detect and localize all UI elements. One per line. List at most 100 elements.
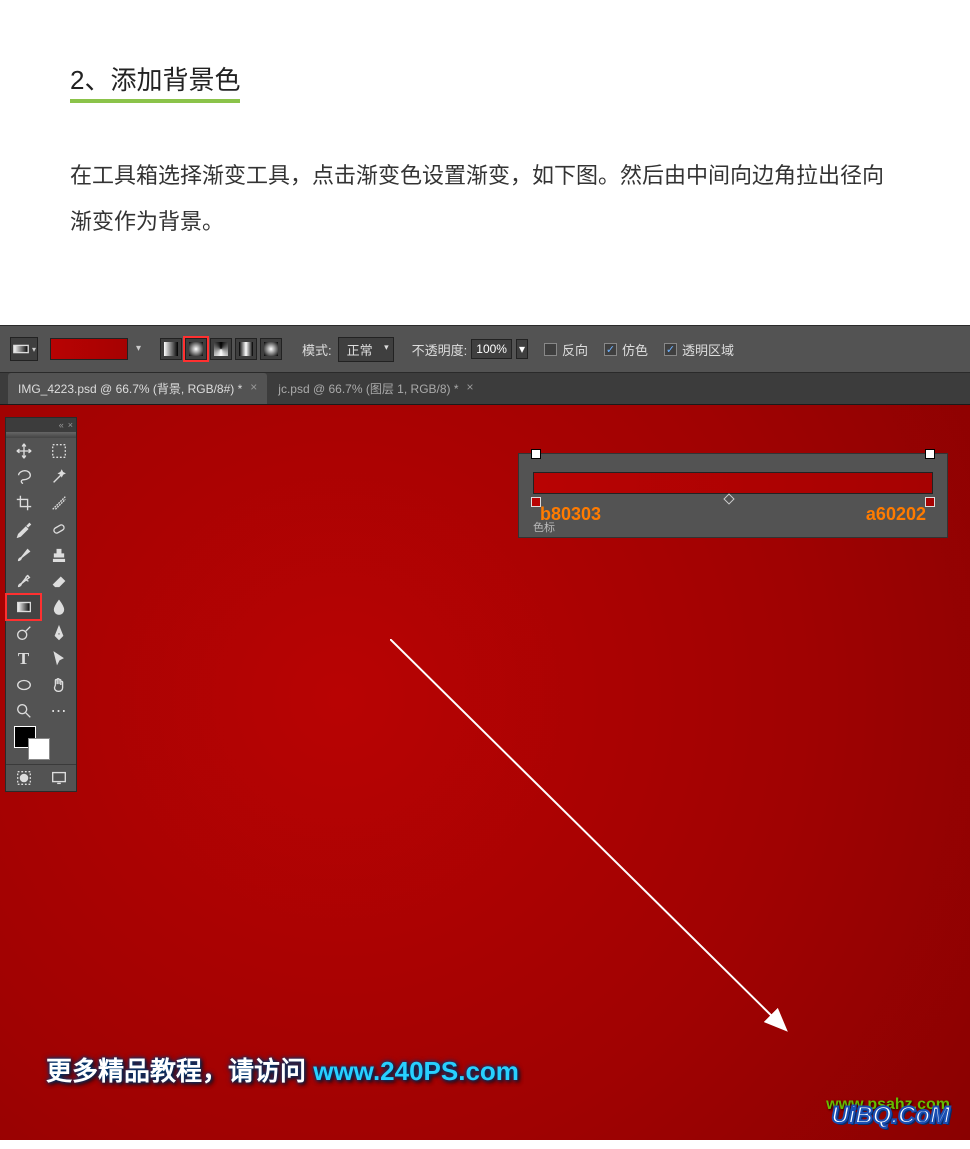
document-tab-1[interactable]: IMG_4223.psd @ 66.7% (背景, RGB/8#) * ×: [8, 373, 267, 404]
path-select-tool[interactable]: [41, 646, 76, 672]
bandaid-icon: [50, 520, 68, 538]
linear-gradient-button[interactable]: [160, 338, 182, 360]
opacity-input[interactable]: 100%: [471, 339, 512, 359]
right-color-label: a60202: [866, 504, 926, 525]
opacity-label: 不透明度:: [412, 340, 468, 359]
zoom-icon: [15, 702, 33, 720]
slice-icon: [50, 494, 68, 512]
marquee-icon: [50, 442, 68, 460]
midpoint-handle[interactable]: [723, 494, 734, 505]
section-body: 在工具箱选择渐变工具，点击渐变色设置渐变，如下图。然后由中间向边角拉出径向渐变作…: [70, 153, 900, 245]
type-icon: T: [18, 649, 29, 669]
color-stop-right[interactable]: [925, 497, 935, 507]
reflected-gradient-button[interactable]: [235, 338, 257, 360]
transparency-label: 透明区域: [682, 340, 734, 359]
crop-tool[interactable]: [6, 490, 41, 516]
pen-tool[interactable]: [41, 620, 76, 646]
toolbox: «× T: [5, 417, 77, 792]
close-icon[interactable]: ×: [250, 380, 257, 397]
more-icon: ⋯: [51, 701, 67, 721]
mode-dropdown[interactable]: 正常 ▾: [338, 337, 394, 362]
pen-icon: [50, 624, 68, 642]
gradient-bar[interactable]: b80303 a60202: [533, 472, 933, 494]
history-brush-tool[interactable]: [6, 568, 41, 594]
watermark-uibq: UiBQ.CoM: [831, 1102, 950, 1130]
dither-label: 仿色: [622, 340, 648, 359]
dropdown-arrow-icon: ▾: [384, 342, 389, 353]
opacity-stop-left[interactable]: [531, 449, 541, 459]
eraser-tool[interactable]: [41, 568, 76, 594]
options-bar: ▾ ▾ 模式: 正常 ▾ 不透明度: 100% ▾ 反向 仿色: [0, 325, 970, 373]
section-heading: 2、添加背景色: [70, 60, 240, 103]
transparency-checkbox[interactable]: 透明区域: [664, 340, 734, 359]
wand-icon: [50, 468, 68, 486]
brush-icon: [15, 546, 33, 564]
tab-label: jc.psd @ 66.7% (图层 1, RGB/8) *: [278, 380, 458, 397]
watermark-text: 更多精品教程，请访问 www.240PS.com: [46, 1051, 519, 1088]
diamond-gradient-button[interactable]: [260, 338, 282, 360]
opacity-stepper[interactable]: ▾: [516, 339, 528, 359]
gradient-tool[interactable]: [6, 594, 41, 620]
checkbox-icon: [544, 343, 557, 356]
ellipse-icon: [15, 676, 33, 694]
eraser-icon: [50, 572, 68, 590]
eyedropper-icon: [15, 520, 33, 538]
checkbox-icon: [604, 343, 617, 356]
crop-icon: [15, 494, 33, 512]
blur-icon: [50, 598, 68, 616]
tab-label: IMG_4223.psd @ 66.7% (背景, RGB/8#) *: [18, 380, 242, 397]
mode-label: 模式:: [302, 340, 332, 359]
reverse-checkbox[interactable]: 反向: [544, 340, 588, 359]
zoom-tool[interactable]: [6, 698, 41, 724]
gradient-editor[interactable]: b80303 a60202 色标: [518, 453, 948, 538]
gradient-type-group: [158, 336, 284, 362]
brush-tool[interactable]: [6, 542, 41, 568]
marquee-tool[interactable]: [41, 438, 76, 464]
document-tab-2[interactable]: jc.psd @ 66.7% (图层 1, RGB/8) * ×: [268, 373, 483, 404]
type-tool[interactable]: T: [6, 646, 41, 672]
dodge-tool[interactable]: [6, 620, 41, 646]
watermark-link: www.240PS.com: [313, 1056, 519, 1086]
blur-tool[interactable]: [41, 594, 76, 620]
dodge-icon: [15, 624, 33, 642]
gradient-icon: [12, 340, 30, 358]
quickmask-icon: [15, 769, 33, 787]
lasso-icon: [15, 468, 33, 486]
eyedropper-tool[interactable]: [6, 516, 41, 542]
current-tool-indicator[interactable]: ▾: [10, 337, 38, 361]
background-swatch[interactable]: [28, 738, 50, 760]
move-tool[interactable]: [6, 438, 41, 464]
checkbox-icon: [664, 343, 677, 356]
more-tools[interactable]: ⋯: [41, 698, 76, 724]
color-swatches[interactable]: [6, 724, 76, 764]
drag-direction-arrow: [390, 639, 810, 1049]
collapse-icon[interactable]: «: [59, 420, 64, 430]
magic-wand-tool[interactable]: [41, 464, 76, 490]
close-icon[interactable]: ×: [467, 380, 474, 397]
hand-tool[interactable]: [41, 672, 76, 698]
dither-checkbox[interactable]: 仿色: [604, 340, 648, 359]
editor-footer-label: 色标: [533, 519, 555, 535]
screen-icon: [50, 769, 68, 787]
healing-tool[interactable]: [41, 516, 76, 542]
toolbox-header[interactable]: «×: [6, 418, 76, 432]
dropdown-arrow-icon: ▾: [136, 343, 141, 354]
canvas[interactable]: «× T: [0, 405, 970, 1140]
radial-gradient-button[interactable]: [185, 338, 207, 360]
mode-value: 正常: [347, 343, 373, 358]
watermark-prefix: 更多精品教程，请访问: [46, 1056, 313, 1086]
angle-gradient-button[interactable]: [210, 338, 232, 360]
screen-mode-button[interactable]: [41, 765, 76, 791]
gradient-preview-picker[interactable]: ▾: [50, 338, 128, 360]
document-tab-bar: IMG_4223.psd @ 66.7% (背景, RGB/8#) * × jc…: [0, 373, 970, 405]
lasso-tool[interactable]: [6, 464, 41, 490]
stamp-tool[interactable]: [41, 542, 76, 568]
close-icon[interactable]: ×: [68, 420, 73, 430]
quick-mask-button[interactable]: [6, 765, 41, 791]
stamp-icon: [50, 546, 68, 564]
shape-tool[interactable]: [6, 672, 41, 698]
move-icon: [15, 442, 33, 460]
gradient-tool-icon: [15, 598, 33, 616]
opacity-stop-right[interactable]: [925, 449, 935, 459]
slice-tool[interactable]: [41, 490, 76, 516]
